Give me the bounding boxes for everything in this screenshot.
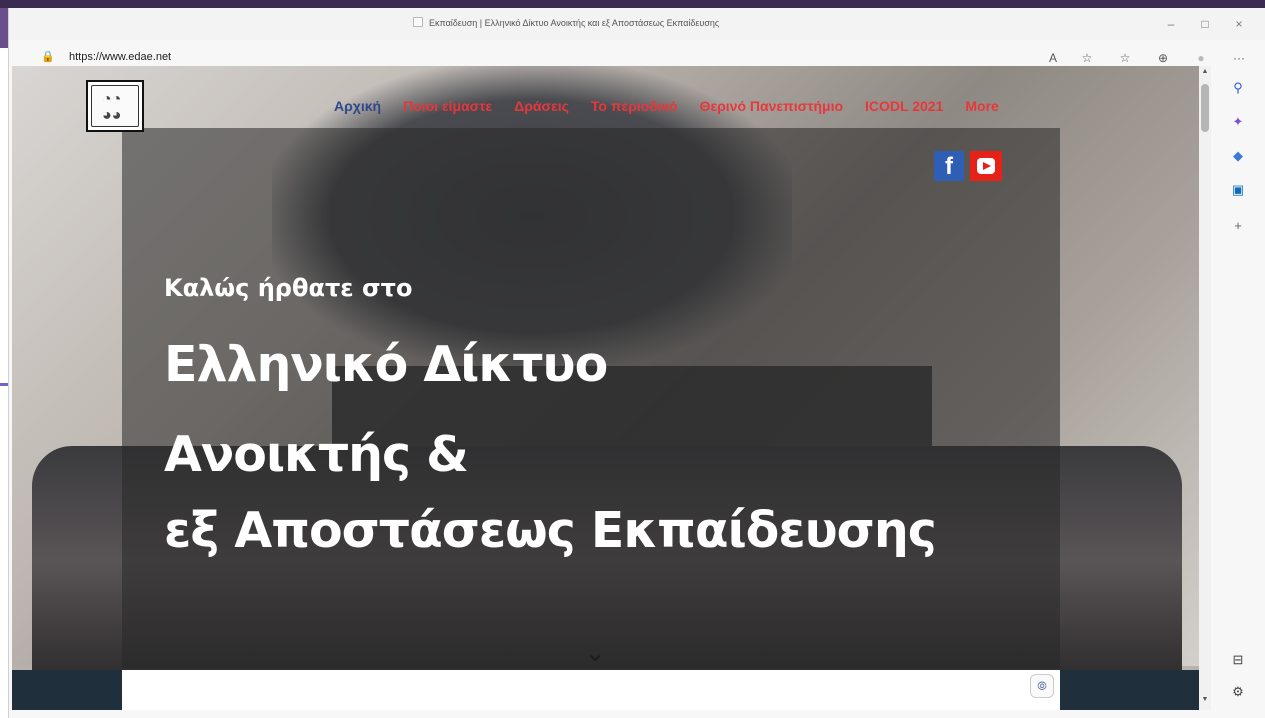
nav-item-home[interactable]: Αρχική bbox=[334, 98, 381, 118]
social-links: f bbox=[934, 151, 1002, 181]
minimize-button[interactable]: – bbox=[1159, 14, 1183, 34]
outlook-icon[interactable]: ▣ bbox=[1228, 180, 1248, 200]
main-nav: Αρχική Ποιοι είμαστε Δράσεις Το περιοδικ… bbox=[334, 98, 1021, 118]
scroll-thumb[interactable] bbox=[1201, 84, 1209, 132]
settings-icon[interactable]: ⚙ bbox=[1228, 682, 1248, 702]
hero-title-line-2: Ανοικτής & bbox=[164, 426, 469, 483]
edge-sidebar: ⚲ ✦ ◆ ▣ + ⊟ ⚙ bbox=[1219, 66, 1257, 710]
logo-mark-icon: ◔◔ ◕◕ bbox=[102, 91, 122, 124]
logo-frame: ◔◔ ◕◕ bbox=[91, 85, 139, 127]
nav-item-icodl[interactable]: ICODL 2021 bbox=[865, 98, 943, 118]
nav-item-more[interactable]: More bbox=[965, 98, 998, 118]
scroll-down-chevron-icon[interactable]: ⌄ bbox=[580, 642, 610, 666]
site-logo[interactable]: ◔◔ ◕◕ bbox=[86, 80, 144, 132]
scroll-up-arrow-icon[interactable]: ▲ bbox=[1200, 68, 1210, 78]
read-aloud-icon[interactable]: A bbox=[1043, 48, 1063, 68]
page-scrollbar[interactable]: ▲ ▼ bbox=[1199, 66, 1211, 710]
more-menu-icon[interactable]: ··· bbox=[1229, 48, 1249, 68]
content-strip bbox=[122, 670, 1060, 710]
page-viewport: ◔◔ ◕◕ Αρχική Ποιοι είμαστε Δράσεις Το περ… bbox=[12, 66, 1199, 710]
nav-item-journal[interactable]: Το περιοδικό bbox=[591, 98, 678, 118]
nav-item-summer-university[interactable]: Θερινό Πανεπιστήμιο bbox=[700, 98, 843, 118]
facebook-icon[interactable]: f bbox=[934, 151, 964, 181]
title-bar: Εκπαίδευση | Ελληνικό Δίκτυο Ανοικτής κα… bbox=[9, 8, 1265, 40]
hero-title-line-3: εξ Αποστάσεως Εκπαίδευσης bbox=[164, 502, 937, 559]
favorites-icon[interactable]: ☆ bbox=[1115, 48, 1135, 68]
nav-item-actions[interactable]: Δράσεις bbox=[514, 98, 569, 118]
hero-overlay bbox=[122, 128, 1060, 668]
close-button[interactable]: × bbox=[1227, 14, 1251, 34]
window-title: Εκπαίδευση | Ελληνικό Δίκτυο Ανοικτής κα… bbox=[429, 18, 720, 28]
site-info-icon[interactable]: 🔒 bbox=[41, 50, 55, 64]
youtube-icon[interactable] bbox=[970, 151, 1002, 181]
hero-welcome: Καλώς ήρθατε στο bbox=[164, 274, 413, 302]
add-favorite-icon[interactable]: ☆ bbox=[1077, 48, 1097, 68]
hero-title-line-1: Ελληνικό Δίκτυο bbox=[164, 336, 608, 393]
scroll-down-arrow-icon[interactable]: ▼ bbox=[1200, 696, 1210, 706]
collections-icon[interactable]: ⊕ bbox=[1153, 48, 1173, 68]
slide-top-band bbox=[0, 0, 1265, 8]
site-favicon-icon bbox=[413, 17, 423, 27]
split-screen-icon[interactable]: ⊟ bbox=[1228, 650, 1248, 670]
copilot-icon[interactable]: ✦ bbox=[1228, 112, 1248, 132]
screenshot-icon[interactable]: ⦾ bbox=[1030, 674, 1054, 698]
profile-icon[interactable]: ● bbox=[1191, 48, 1211, 68]
shopping-icon[interactable]: ◆ bbox=[1228, 146, 1248, 166]
url-text[interactable]: https://www.edae.net bbox=[69, 51, 171, 63]
nav-item-about[interactable]: Ποιοι είμαστε bbox=[403, 98, 492, 118]
add-icon[interactable]: + bbox=[1228, 216, 1248, 236]
maximize-button[interactable]: □ bbox=[1193, 14, 1217, 34]
search-icon[interactable]: ⚲ bbox=[1228, 78, 1248, 98]
youtube-play-triangle bbox=[983, 162, 991, 170]
